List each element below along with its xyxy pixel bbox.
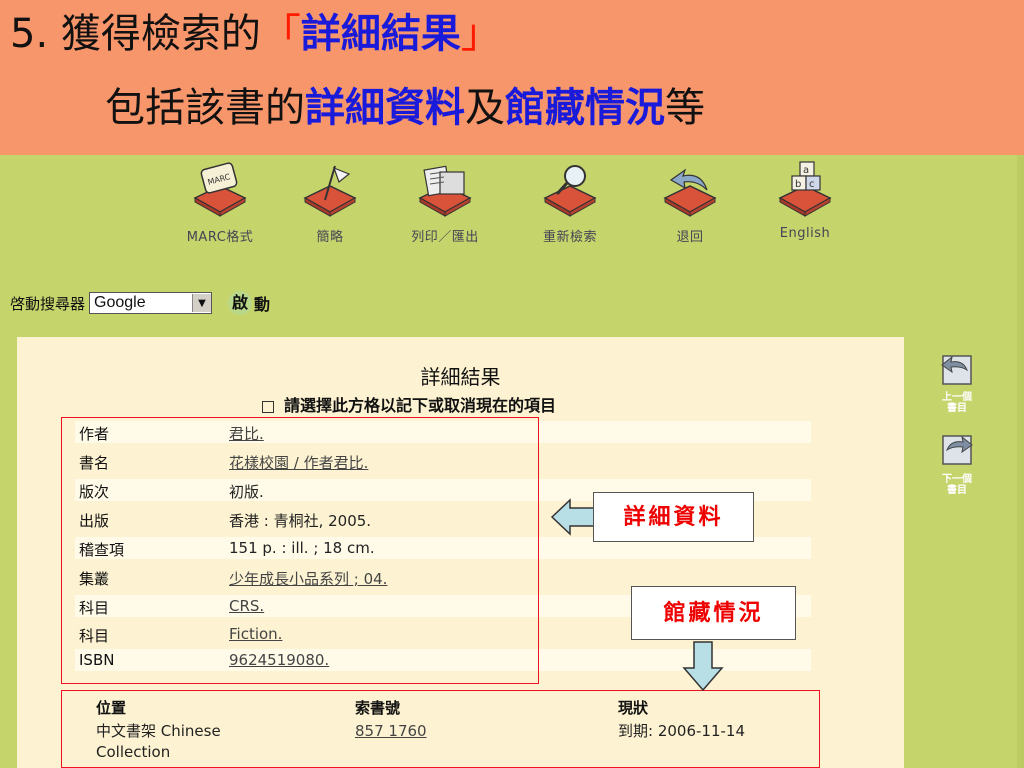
slide-title-line2: 包括該書的詳細資料及館藏情況等 (105, 84, 705, 131)
search-engine-select[interactable]: Google ▼ (89, 292, 213, 314)
flag-book-icon (303, 165, 357, 217)
scrollbar[interactable] (1017, 155, 1024, 768)
callout-arrow-left (550, 498, 597, 536)
print-book-icon (418, 165, 472, 217)
svg-text:b: b (795, 179, 801, 190)
step-number: 5. (10, 11, 49, 57)
next-record-button[interactable]: 下一個 書目 (927, 432, 987, 496)
holdings-location: 中文書架 Chinese Collection (96, 722, 221, 761)
search-engine-label: 啓動搜尋器 (10, 294, 86, 313)
callout-holdings: 館藏情況 (631, 586, 796, 640)
toolbar: MARC MARC格式 簡略 列印／匯出 重新檢索 退回 a b c Engli… (160, 160, 860, 250)
details-highlight-box (61, 417, 539, 684)
slide-title-line1: 5. 獲得檢索的「詳細結果」 (10, 10, 501, 57)
slide-header: 5. 獲得檢索的「詳細結果」 包括該書的詳細資料及館藏情況等 (0, 0, 1024, 155)
holdings-header-callno: 索書號 (355, 699, 401, 717)
mark-record-option: 請選擇此方格以記下或取消現在的項目 (262, 392, 556, 416)
mark-record-checkbox[interactable] (262, 400, 274, 413)
next-record-icon (942, 435, 973, 465)
prev-record-icon (941, 355, 972, 385)
magnifier-book-icon (543, 165, 597, 217)
svg-text:a: a (803, 165, 809, 176)
prev-record-button[interactable]: 上一個 書目 (927, 350, 987, 414)
back-arrow-book-icon (663, 168, 717, 217)
holdings-header-status: 現狀 (618, 699, 649, 717)
callout-arrow-down (682, 641, 724, 692)
holdings-status: 到期: 2006-11-14 (618, 722, 745, 740)
launch-button[interactable]: 啟動 (228, 291, 270, 315)
holdings-callno-link[interactable]: 857 1760 (355, 721, 427, 742)
abc-blocks-book-icon: a b c (778, 161, 832, 217)
svg-text:c: c (809, 179, 815, 190)
new-search-button[interactable]: 重新檢索 (520, 160, 620, 245)
print-export-button[interactable]: 列印／匯出 (395, 160, 495, 245)
callout-details: 詳細資料 (593, 492, 754, 542)
detail-title: 詳細結果 (420, 365, 501, 389)
search-engine-bar: 啓動搜尋器 Google ▼ 啟動 (10, 291, 270, 315)
marc-format-button[interactable]: MARC MARC格式 (170, 160, 270, 245)
holdings-header-location: 位置 (96, 699, 127, 717)
marc-book-icon: MARC (193, 162, 247, 217)
brief-button[interactable]: 簡略 (280, 160, 380, 245)
launch-button-badge: 啟 (228, 291, 253, 315)
english-button[interactable]: a b c English (755, 160, 855, 241)
back-button[interactable]: 退回 (640, 160, 740, 245)
chevron-down-icon[interactable]: ▼ (192, 294, 212, 312)
